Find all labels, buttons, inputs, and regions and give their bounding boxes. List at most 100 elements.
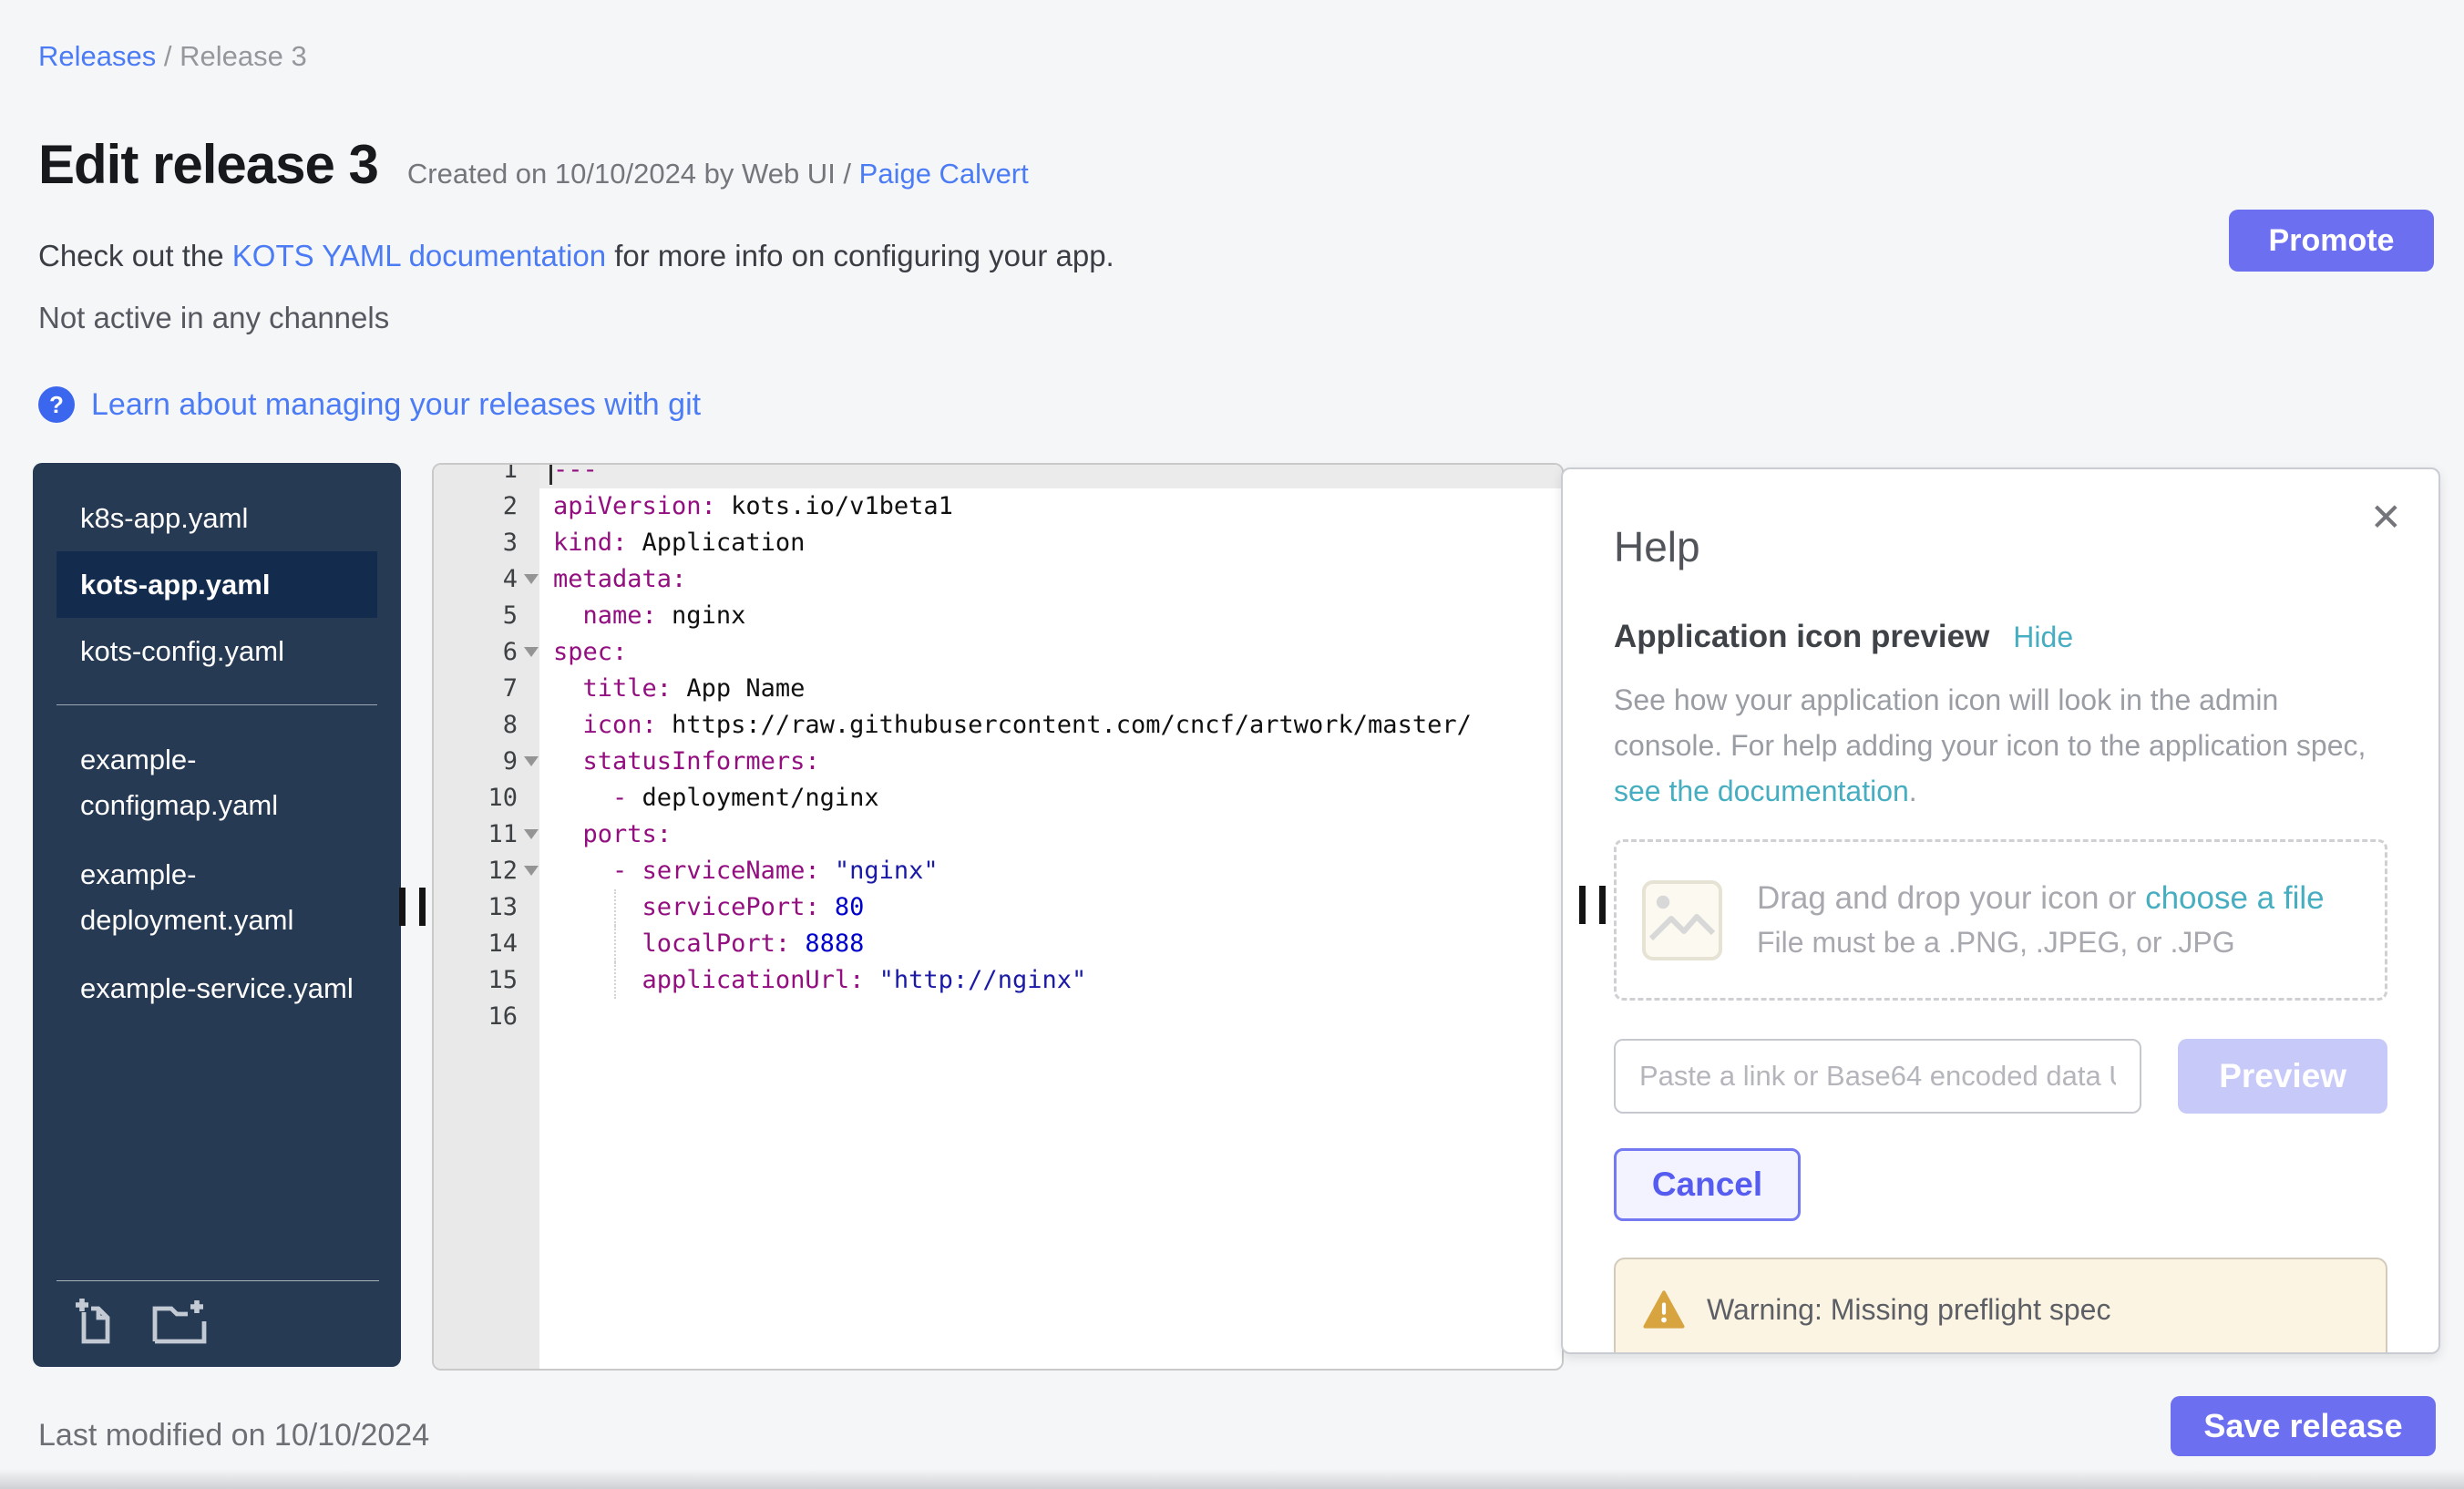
code-text: ports: [539, 816, 1562, 853]
promote-button[interactable]: Promote [2229, 210, 2434, 272]
code-line-3[interactable]: 3kind: Application [434, 525, 1562, 561]
text-cursor [549, 463, 552, 485]
git-help-label: Learn about managing your releases with … [91, 387, 701, 423]
question-mark-icon: ? [38, 386, 75, 423]
warning-title: Warning: Missing preflight spec [1707, 1293, 2110, 1327]
indent-guide [614, 889, 616, 926]
code-text: metadata: [539, 561, 1562, 598]
line-number: 5 [434, 598, 539, 634]
breadcrumb-separator: / [156, 40, 180, 72]
fold-arrow-icon[interactable] [524, 866, 539, 876]
line-number: 12 [434, 853, 539, 889]
image-placeholder-icon [1640, 878, 1724, 962]
line-number: 2 [434, 488, 539, 525]
fold-arrow-icon[interactable] [524, 574, 539, 584]
channel-status: Not active in any channels [38, 301, 389, 335]
code-text: icon: https://raw.githubusercontent.com/… [539, 707, 1562, 744]
dropzone-text: Drag and drop your icon or choose a file [1757, 880, 2325, 917]
see-documentation-link[interactable]: see the documentation [1614, 775, 1909, 807]
code-text: statusInformers: [539, 744, 1562, 780]
sidebar-footer [56, 1280, 379, 1349]
line-number: 6 [434, 634, 539, 671]
dropzone-filetypes: File must be a .PNG, .JPEG, or .JPG [1757, 926, 2325, 960]
code-line-7[interactable]: 7 title: App Name [434, 671, 1562, 707]
code-text: spec: [539, 634, 1562, 671]
edit-release-page: Releases / Release 3 Edit release 3 Crea… [0, 0, 2464, 1489]
line-number: 4 [434, 561, 539, 598]
code-line-12[interactable]: 12 - serviceName: "nginx" [434, 853, 1562, 889]
last-modified-text: Last modified on 10/10/2024 [38, 1418, 429, 1453]
code-line-2[interactable]: 2apiVersion: kots.io/v1beta1 [434, 488, 1562, 525]
preview-button[interactable]: Preview [2178, 1039, 2387, 1114]
line-number: 13 [434, 889, 539, 926]
line-number: 16 [434, 999, 539, 1035]
description-text: See how your application icon will look … [1614, 683, 2366, 762]
code-line-16[interactable]: 16 [434, 999, 1562, 1035]
code-line-1[interactable]: 1--- [434, 463, 1562, 488]
save-release-button[interactable]: Save release [2171, 1396, 2436, 1456]
kots-yaml-doc-link[interactable]: KOTS YAML documentation [232, 239, 606, 272]
intro-text: Check out the KOTS YAML documentation fo… [38, 239, 1114, 273]
fold-arrow-icon[interactable] [524, 647, 539, 657]
bottom-shadow [0, 1469, 2464, 1489]
sidebar-footer-divider [56, 1280, 379, 1281]
title-row: Edit release 3 Created on 10/10/2024 by … [38, 133, 1029, 196]
code-line-15[interactable]: 15 applicationUrl: "http://nginx" [434, 962, 1562, 999]
code-line-10[interactable]: 10 - deployment/nginx [434, 780, 1562, 816]
indent-guide [614, 962, 616, 999]
help-panel-resize-handle[interactable] [1579, 886, 1606, 924]
intro-post: for more info on configuring your app. [606, 239, 1114, 272]
yaml-editor[interactable]: 1---2apiVersion: kots.io/v1beta13kind: A… [432, 463, 1564, 1371]
code-text: apiVersion: kots.io/v1beta1 [539, 488, 1562, 525]
code-line-5[interactable]: 5 name: nginx [434, 598, 1562, 634]
code-line-4[interactable]: 4metadata: [434, 561, 1562, 598]
code-line-8[interactable]: 8 icon: https://raw.githubusercontent.co… [434, 707, 1562, 744]
breadcrumb-releases-link[interactable]: Releases [38, 40, 156, 72]
file-item-kots-app.yaml[interactable]: kots-app.yaml [56, 551, 377, 618]
icon-url-input[interactable] [1614, 1039, 2141, 1114]
line-number: 15 [434, 962, 539, 999]
fold-arrow-icon[interactable] [524, 756, 539, 766]
file-item-k8s-app.yaml[interactable]: k8s-app.yaml [56, 485, 377, 551]
file-item-example-service.yaml[interactable]: example-service.yaml [56, 955, 377, 1022]
file-sidebar: k8s-app.yamlkots-app.yamlkots-config.yam… [33, 463, 401, 1367]
code-text: applicationUrl: "http://nginx" [539, 962, 1562, 999]
code-line-11[interactable]: 11 ports: [434, 816, 1562, 853]
file-item-kots-config.yaml[interactable]: kots-config.yaml [56, 618, 377, 684]
icon-dropzone[interactable]: Drag and drop your icon or choose a file… [1614, 839, 2387, 1001]
choose-file-link[interactable]: choose a file [2145, 880, 2325, 916]
intro-pre: Check out the [38, 239, 232, 272]
hide-link[interactable]: Hide [2013, 621, 2073, 654]
description-period: . [1909, 775, 1917, 807]
warning-icon [1643, 1290, 1685, 1329]
git-help-link[interactable]: ? Learn about managing your releases wit… [38, 386, 701, 423]
page-title: Edit release 3 [38, 133, 378, 196]
code-text: - serviceName: "nginx" [539, 853, 1562, 889]
indent-guide [614, 926, 616, 962]
close-icon[interactable]: ✕ [2370, 495, 2402, 539]
line-number: 10 [434, 780, 539, 816]
code-text: kind: Application [539, 525, 1562, 561]
file-list-divider [56, 704, 377, 705]
help-panel: ✕ Help Application icon preview Hide See… [1561, 467, 2440, 1354]
fold-arrow-icon[interactable] [524, 829, 539, 839]
file-list: k8s-app.yamlkots-app.yamlkots-config.yam… [33, 463, 401, 684]
code-text: --- [539, 463, 1562, 488]
code-line-14[interactable]: 14 localPort: 8888 [434, 926, 1562, 962]
cancel-button[interactable]: Cancel [1614, 1148, 1801, 1221]
help-title: Help [1614, 522, 2387, 571]
author-link[interactable]: Paige Calvert [859, 158, 1029, 190]
dropzone-text-pre: Drag and drop your icon or [1757, 880, 2145, 916]
new-file-icon[interactable] [69, 1294, 124, 1349]
file-item-example-deployment.yaml[interactable]: example-deployment.yaml [56, 840, 354, 955]
code-text: servicePort: 80 [539, 889, 1562, 926]
sidebar-resize-handle[interactable] [399, 888, 426, 926]
file-item-example-configmap.yaml[interactable]: example-configmap.yaml [56, 725, 354, 840]
created-text: Created on 10/10/2024 by Web UI / [407, 158, 859, 190]
code-line-6[interactable]: 6spec: [434, 634, 1562, 671]
code-line-9[interactable]: 9 statusInformers: [434, 744, 1562, 780]
line-number: 1 [434, 463, 539, 488]
code-line-13[interactable]: 13 servicePort: 80 [434, 889, 1562, 926]
new-folder-icon[interactable] [149, 1294, 210, 1349]
example-file-list: example-configmap.yamlexample-deployment… [33, 714, 401, 1022]
